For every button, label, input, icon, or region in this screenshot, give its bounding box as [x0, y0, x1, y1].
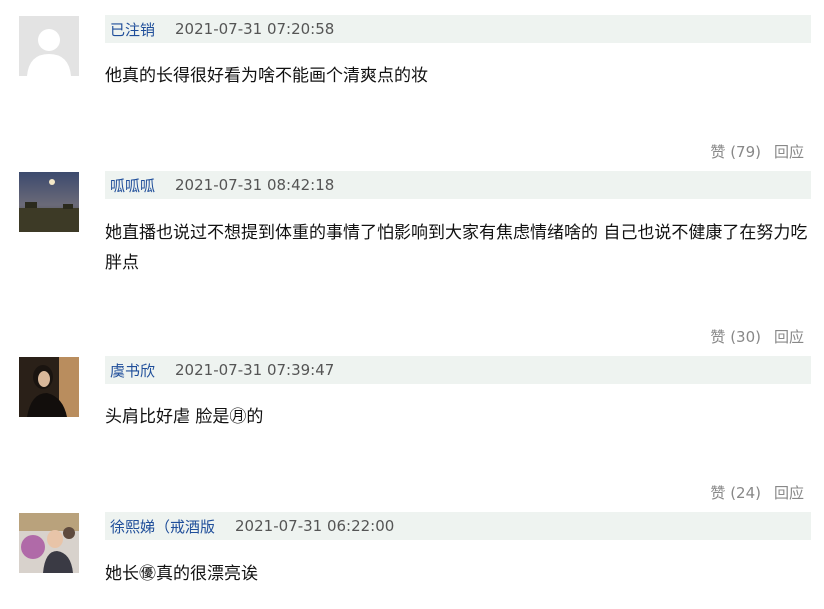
username-link[interactable]: 虞书欣: [110, 360, 155, 381]
username-link[interactable]: 呱呱呱: [110, 175, 155, 196]
comment-text: 头肩比好虐 脸是㊊的: [105, 407, 264, 427]
username-link[interactable]: 已注销: [110, 19, 155, 40]
comment-time: 2021-07-31 06:22:00: [235, 517, 395, 535]
comment-actions: 赞 (24) 回应: [710, 482, 804, 503]
comment-time: 2021-07-31 07:20:58: [175, 20, 335, 38]
default-avatar[interactable]: [19, 16, 79, 76]
comment-meta: 呱呱呱 2021-07-31 08:42:18: [105, 171, 811, 199]
avatar[interactable]: [19, 357, 79, 417]
like-button[interactable]: 赞 (24): [710, 482, 761, 503]
comment-text: 她长㊝真的很漂亮诶: [105, 564, 258, 584]
username-link[interactable]: 徐熙娣（戒酒版: [110, 516, 215, 537]
reply-button[interactable]: 回应: [774, 482, 804, 503]
comment-time: 2021-07-31 08:42:18: [175, 176, 335, 194]
comment-meta: 徐熙娣（戒酒版 2021-07-31 06:22:00: [105, 512, 811, 540]
comment-meta: 虞书欣 2021-07-31 07:39:47: [105, 356, 811, 384]
avatar[interactable]: [19, 172, 79, 232]
comment-text: 他真的长得很好看为啥不能画个清爽点的妆: [105, 66, 428, 86]
like-button[interactable]: 赞 (30): [710, 326, 761, 347]
reply-button[interactable]: 回应: [774, 326, 804, 347]
comment-text: 她直播也说过不想提到体重的事情了怕影响到大家有焦虑情绪啥的 自己也说不健康了在努…: [105, 223, 808, 273]
comment-meta: 已注销 2021-07-31 07:20:58: [105, 15, 811, 43]
comment-actions: 赞 (30) 回应: [710, 326, 804, 347]
like-button[interactable]: 赞 (79): [710, 141, 761, 162]
avatar[interactable]: [19, 513, 79, 573]
comment-time: 2021-07-31 07:39:47: [175, 361, 335, 379]
comment-actions: 赞 (79) 回应: [710, 141, 804, 162]
reply-button[interactable]: 回应: [774, 141, 804, 162]
